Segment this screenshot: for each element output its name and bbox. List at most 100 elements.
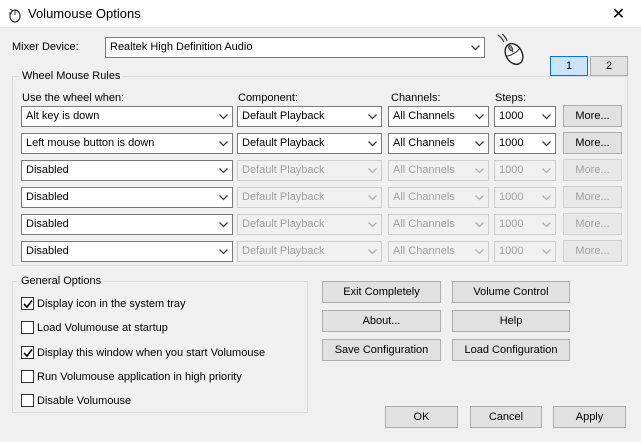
chevron-down-icon — [365, 190, 379, 205]
rule-channels-select[interactable]: All Channels — [388, 106, 489, 127]
chevron-down-icon — [216, 109, 230, 124]
rule-condition-select[interactable]: Disabled — [21, 160, 233, 181]
about-button[interactable]: About... — [322, 310, 441, 332]
rule-condition-select[interactable]: Disabled — [21, 214, 233, 235]
close-icon: ✕ — [611, 6, 626, 23]
rule-more-button: More... — [563, 159, 622, 181]
mouse-icon — [497, 33, 524, 66]
column-header-steps: Steps: — [495, 92, 527, 104]
chevron-down-icon — [539, 243, 554, 260]
app-icon — [9, 8, 21, 23]
rule-channels-select: All Channels — [388, 187, 489, 208]
exit-completely-button[interactable]: Exit Completely — [322, 281, 441, 303]
rule-steps-combo[interactable]: 1000 — [494, 106, 556, 127]
volume-control-button[interactable]: Volume Control — [452, 281, 570, 303]
option-label-disable[interactable]: Disable Volumouse — [37, 395, 131, 408]
rule-component-value: Default Playback — [242, 110, 325, 122]
chevron-down-icon — [472, 109, 486, 124]
rule-channels-value: All Channels — [393, 191, 455, 203]
help-button[interactable]: Help — [452, 310, 570, 332]
rule-channels-select: All Channels — [388, 241, 489, 262]
mixer-device-value: Realtek High Definition Audio — [110, 41, 253, 53]
chevron-down-icon — [216, 136, 230, 151]
option-checkbox-load-at-startup[interactable] — [21, 321, 34, 334]
title-bar: Volumouse Options ✕ — [0, 0, 641, 28]
rule-steps-value: 1000 — [499, 245, 524, 257]
rule-component-select[interactable]: Default Playback — [237, 106, 382, 127]
chevron-down-icon — [216, 163, 230, 178]
rule-steps-combo: 1000 — [494, 187, 556, 208]
rule-condition-select[interactable]: Disabled — [21, 187, 233, 208]
rule-steps-combo: 1000 — [494, 241, 556, 262]
rule-channels-select[interactable]: All Channels — [388, 133, 489, 154]
rule-steps-value: 1000 — [499, 164, 524, 176]
column-header-use-wheel: Use the wheel when: — [22, 92, 125, 104]
chevron-down-icon — [472, 244, 486, 259]
chevron-down-icon — [365, 136, 379, 151]
wheel-mouse-rules-title: Wheel Mouse Rules — [20, 70, 123, 83]
rule-condition-select[interactable]: Alt key is down — [21, 106, 233, 127]
rule-component-select[interactable]: Default Playback — [237, 133, 382, 154]
ok-button[interactable]: OK — [385, 406, 458, 428]
chevron-down-icon — [365, 163, 379, 178]
option-checkbox-tray-icon[interactable] — [21, 297, 34, 310]
page-2-button[interactable]: 2 — [590, 56, 628, 76]
rule-steps-value: 1000 — [499, 191, 524, 203]
rule-component-value: Default Playback — [242, 191, 325, 203]
chevron-down-icon — [472, 217, 486, 232]
chevron-down-icon — [539, 189, 554, 206]
rule-steps-combo[interactable]: 1000 — [494, 133, 556, 154]
option-checkbox-high-priority[interactable] — [21, 370, 34, 383]
close-button[interactable]: ✕ — [596, 0, 641, 28]
rule-condition-value: Disabled — [26, 191, 69, 203]
rule-condition-select[interactable]: Left mouse button is down — [21, 133, 233, 154]
chevron-down-icon — [539, 162, 554, 179]
rule-channels-value: All Channels — [393, 164, 455, 176]
rule-channels-value: All Channels — [393, 110, 455, 122]
page-1-button[interactable]: 1 — [550, 56, 588, 76]
rule-condition-value: Disabled — [26, 164, 69, 176]
load-configuration-button[interactable]: Load Configuration — [452, 339, 570, 361]
rule-component-value: Default Playback — [242, 164, 325, 176]
rule-condition-select[interactable]: Disabled — [21, 241, 233, 262]
rule-steps-combo: 1000 — [494, 214, 556, 235]
option-label-high-priority[interactable]: Run Volumouse application in high priori… — [37, 371, 242, 384]
chevron-down-icon — [472, 163, 486, 178]
option-checkbox-show-window[interactable] — [21, 346, 34, 359]
rule-steps-value[interactable]: 1000 — [499, 137, 523, 150]
option-label-tray-icon[interactable]: Display icon in the system tray — [37, 298, 186, 311]
rule-more-button[interactable]: More... — [563, 105, 622, 127]
option-label-show-window[interactable]: Display this window when you start Volum… — [37, 347, 265, 360]
rule-channels-select: All Channels — [388, 160, 489, 181]
rule-condition-value: Alt key is down — [26, 110, 100, 122]
chevron-down-icon — [472, 136, 486, 151]
rule-channels-value: All Channels — [393, 245, 455, 257]
chevron-down-icon[interactable] — [539, 135, 554, 152]
rule-channels-value: All Channels — [393, 137, 455, 149]
rule-component-select: Default Playback — [237, 214, 382, 235]
option-checkbox-disable[interactable] — [21, 394, 34, 407]
chevron-down-icon — [216, 217, 230, 232]
rule-condition-value: Disabled — [26, 245, 69, 257]
rule-more-button[interactable]: More... — [563, 132, 622, 154]
chevron-down-icon[interactable] — [539, 108, 554, 125]
option-label-load-at-startup[interactable]: Load Volumouse at startup — [37, 322, 168, 335]
rule-component-select: Default Playback — [237, 241, 382, 262]
chevron-down-icon — [216, 244, 230, 259]
rule-steps-combo: 1000 — [494, 160, 556, 181]
apply-button[interactable]: Apply — [553, 406, 626, 428]
cancel-button[interactable]: Cancel — [470, 406, 542, 428]
rule-component-value: Default Playback — [242, 218, 325, 230]
rule-steps-value[interactable]: 1000 — [499, 110, 523, 123]
chevron-down-icon — [216, 190, 230, 205]
save-configuration-button[interactable]: Save Configuration — [322, 339, 441, 361]
chevron-down-icon — [365, 217, 379, 232]
mixer-device-label: Mixer Device: — [12, 41, 79, 53]
window-title: Volumouse Options — [28, 6, 141, 21]
chevron-down-icon — [539, 216, 554, 233]
chevron-down-icon — [365, 244, 379, 259]
rule-component-select: Default Playback — [237, 187, 382, 208]
rule-more-button: More... — [563, 240, 622, 262]
mixer-device-select[interactable]: Realtek High Definition Audio — [105, 37, 485, 58]
column-header-channels: Channels: — [391, 92, 441, 104]
